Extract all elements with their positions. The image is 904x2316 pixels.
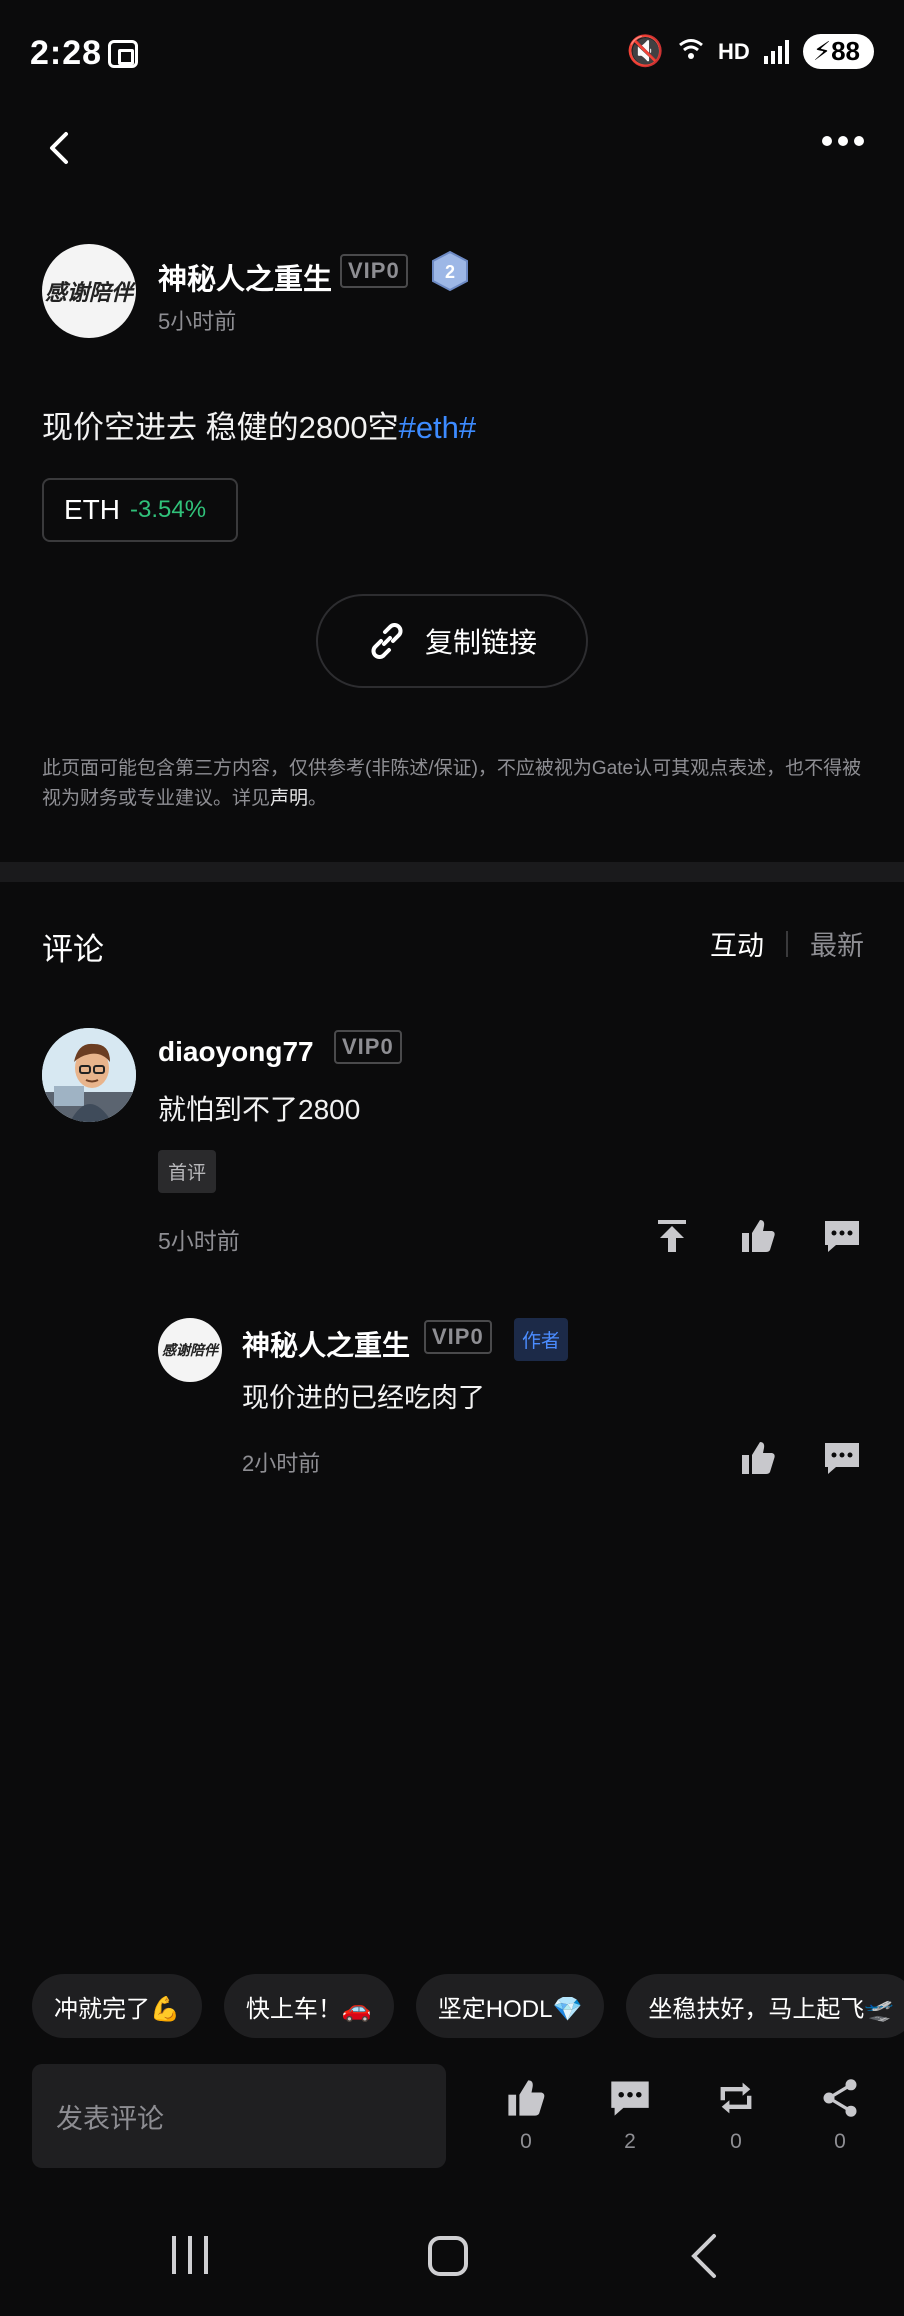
level-number: 2 <box>445 262 455 282</box>
quick-reply-chip[interactable]: 坐稳扶好，马上起飞🛫 <box>626 1974 904 2038</box>
comment-time: 5小时前 <box>158 1228 240 1254</box>
thumbs-up-icon <box>508 2080 545 2116</box>
post-text: 现价空进去 稳健的2800空 <box>42 410 399 445</box>
like-count: 0 <box>520 2130 532 2153</box>
vip-badge: VIP0 <box>340 254 408 288</box>
system-back-button[interactable] <box>686 2232 722 2280</box>
reply-like-button[interactable] <box>738 1438 778 1478</box>
pin-top-button[interactable] <box>652 1216 692 1256</box>
comment-text: 就怕到不了2800 <box>158 1094 361 1125</box>
status-bar: 2:28 🔇 HD ⚡88 <box>0 0 904 110</box>
reply-reply-button[interactable] <box>822 1438 862 1478</box>
pin-top-icon <box>658 1220 686 1252</box>
quick-reply-chip[interactable]: 冲就完了💪 <box>32 1974 202 2038</box>
recent-apps-button[interactable] <box>172 2236 208 2274</box>
like-button[interactable]: 0 <box>496 2076 556 2154</box>
repost-count: 0 <box>730 2130 742 2153</box>
level-badge: 2 <box>430 250 470 292</box>
disclaimer-link[interactable]: 声明 <box>270 788 308 809</box>
link-icon <box>371 623 403 659</box>
reply-user-name[interactable]: 神秘人之重生 <box>242 1324 410 1364</box>
share-count: 0 <box>834 2130 846 2153</box>
comment-input[interactable]: 发表评论 <box>32 2064 446 2168</box>
battery-level: 88 <box>831 36 860 66</box>
tab-interaction[interactable]: 互动 <box>710 924 764 963</box>
avatar-calligraphy: 感谢陪伴 <box>162 1343 218 1359</box>
chat-bubble-icon <box>611 2081 649 2116</box>
quick-reply-chip[interactable]: 坚定HODL💎 <box>415 1974 605 2038</box>
reply-text: 现价进的已经吃肉了 <box>242 1383 485 1413</box>
vip-badge: VIP0 <box>334 1030 402 1064</box>
quick-reply-chips: 冲就完了💪 快上车！🚗 坚定HODL💎 坐稳扶好，马上起飞🛫 <box>32 1974 904 2038</box>
wifi-icon <box>678 38 704 66</box>
thumbs-up-icon <box>742 1220 775 1252</box>
disclaimer-tail: 。 <box>308 788 328 809</box>
post-time: 5小时前 <box>158 309 237 334</box>
chevron-left-icon <box>50 132 68 164</box>
network-label: HD <box>718 38 750 64</box>
share-icon <box>823 2079 857 2117</box>
disclaimer-text: 此页面可能包含第三方内容，仅供参考(非陈述/保证)，不应被视为Gate认可其观点… <box>42 758 862 809</box>
first-comment-tag: 首评 <box>158 1150 217 1193</box>
comment-button[interactable]: 2 <box>600 2076 660 2154</box>
more-dot-icon <box>838 136 848 146</box>
chat-bubble-icon <box>825 1443 859 1474</box>
comment-count: 2 <box>624 2130 636 2153</box>
comments-title: 评论 <box>42 932 104 967</box>
disclaimer: 此页面可能包含第三方内容，仅供参考(非陈述/保证)，不应被视为Gate认可其观点… <box>42 754 862 814</box>
more-options-button[interactable] <box>822 136 864 146</box>
more-dot-icon <box>854 136 864 146</box>
chevron-left-icon <box>691 2234 716 2278</box>
repost-icon <box>720 2082 752 2114</box>
home-button[interactable] <box>428 2236 468 2276</box>
comment-reply-button[interactable] <box>822 1216 862 1256</box>
author-avatar[interactable]: 感谢陪伴 <box>42 244 136 338</box>
status-time: 2:28 <box>30 34 103 72</box>
author-tag: 作者 <box>514 1318 569 1361</box>
tab-latest[interactable]: 最新 <box>810 924 864 963</box>
thumbs-up-icon <box>742 1442 775 1474</box>
status-icons: 🔇 HD ⚡88 <box>627 34 874 69</box>
repost-button[interactable]: 0 <box>706 2076 766 2154</box>
quick-reply-chip[interactable]: 快上车！🚗 <box>223 1974 394 2038</box>
comment-sort-tabs: 互动 最新 <box>710 924 864 963</box>
mute-icon: 🔇 <box>626 35 665 68</box>
post-hashtag[interactable]: #eth# <box>399 410 477 445</box>
section-divider <box>0 862 904 882</box>
tab-separator <box>786 930 788 957</box>
coin-name: ETH <box>64 494 120 525</box>
comment-like-button[interactable] <box>738 1216 778 1256</box>
author-name[interactable]: 神秘人之重生 <box>158 256 332 298</box>
system-navigation-bar <box>0 2216 904 2316</box>
commenter-name[interactable]: diaoyong77 <box>158 1036 314 1068</box>
signal-icon <box>763 39 789 64</box>
battery-icon: ⚡88 <box>802 34 874 69</box>
copy-link-label: 复制链接 <box>424 627 537 658</box>
chat-bubble-icon <box>825 1221 859 1252</box>
screenshot-icon <box>108 40 138 68</box>
post-content: 现价空进去 稳健的2800空#eth# <box>42 402 476 447</box>
coin-change: -3.54% <box>130 496 207 523</box>
share-button[interactable]: 0 <box>810 2076 870 2154</box>
more-dot-icon <box>822 136 832 146</box>
commenter-avatar[interactable] <box>42 1028 136 1122</box>
reply-avatar[interactable]: 感谢陪伴 <box>158 1318 222 1382</box>
avatar-calligraphy: 感谢陪伴 <box>44 280 133 306</box>
coin-chip[interactable]: ETH -3.54% <box>42 478 238 542</box>
vip-badge: VIP0 <box>424 1320 492 1354</box>
reply-time: 2小时前 <box>242 1451 321 1476</box>
cartoon-avatar-icon <box>42 1028 136 1122</box>
back-button[interactable] <box>40 128 80 168</box>
copy-link-button[interactable]: 复制链接 <box>316 594 588 688</box>
hexagon-icon: 2 <box>432 250 468 292</box>
